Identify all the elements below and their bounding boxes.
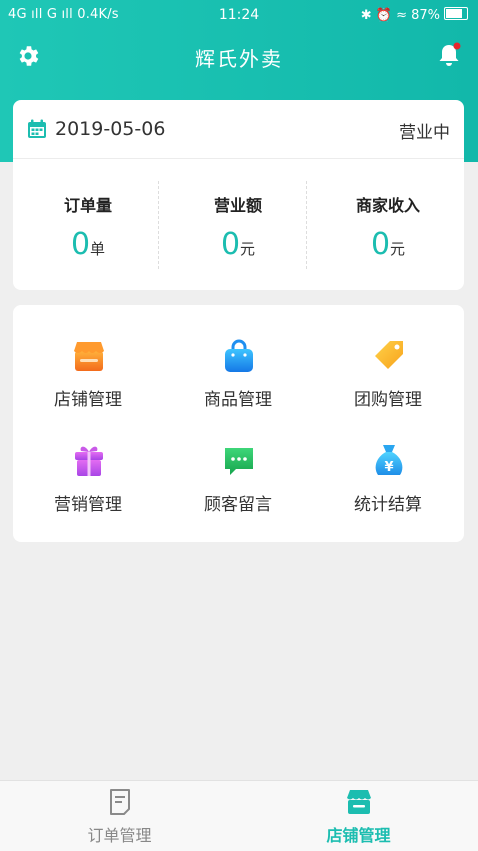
stat-number: 0 [70, 227, 91, 262]
tab-label: 订单管理 [87, 826, 152, 845]
business-date-row: 2019-05-06 营业中 [13, 100, 464, 158]
gift-icon [75, 446, 103, 476]
menu-group-buy-management[interactable]: 团购管理 [313, 337, 463, 437]
calendar-icon [28, 119, 46, 138]
nav-bar: 辉氏外卖 [0, 30, 478, 82]
battery-icon [444, 7, 468, 20]
battery-percentage: ✱ ⏰ ≈ 87% [360, 8, 440, 23]
menu-label: 营销管理 [54, 495, 122, 515]
stat-unit: 元 [390, 240, 406, 258]
price-tag-icon [375, 341, 403, 369]
tab-label: 店铺管理 [326, 826, 391, 845]
business-status[interactable]: 营业中 [399, 118, 450, 143]
stat-number: 0 [370, 227, 391, 262]
stat-merchant-income: 商家收入 0元 [313, 159, 463, 290]
menu-product-management[interactable]: 商品管理 [163, 337, 313, 437]
bell-icon[interactable] [435, 41, 463, 69]
money-bag-icon: ¥ [375, 445, 403, 475]
divider [306, 181, 307, 269]
order-icon [110, 789, 130, 815]
menu-label: 商品管理 [204, 390, 272, 410]
divider [158, 181, 159, 269]
tab-order-management[interactable]: 订单管理 [0, 781, 239, 851]
stat-revenue: 营业额 0元 [163, 159, 313, 290]
menu-label: 顾客留言 [204, 495, 272, 515]
notification-dot [453, 42, 461, 50]
page-title: 辉氏外卖 [195, 47, 283, 71]
bottom-tab-bar: 订单管理 店铺管理 [0, 780, 478, 851]
message-icon [225, 448, 253, 475]
function-grid: 店铺管理 商品管理 团购管理 营销管理 顾客留言 ¥ 统计结算 [13, 305, 464, 542]
menu-store-management[interactable]: 店铺管理 [13, 337, 163, 437]
menu-label: 店铺管理 [54, 390, 122, 410]
stat-label: 营业额 [213, 196, 262, 215]
status-bar: 4G ıll G ıll 0.4K/s 11:24 ✱ ⏰ ≈ 87% [0, 0, 478, 30]
menu-marketing-management[interactable]: 营销管理 [13, 442, 163, 542]
system-indicators: ✱ ⏰ ≈ 87% [361, 7, 468, 23]
business-date[interactable]: 2019-05-06 [55, 118, 165, 140]
stat-order-count: 订单量 0单 [13, 159, 163, 290]
tab-store-management[interactable]: 店铺管理 [239, 781, 478, 851]
stats-card: 订单量 0单 营业额 0元 商家收入 0元 [13, 159, 464, 290]
stat-value: 0元 [163, 227, 313, 262]
shopping-bag-icon [225, 339, 253, 372]
stat-value: 0元 [313, 227, 463, 262]
stat-label: 订单量 [63, 196, 112, 215]
stat-value: 0单 [13, 227, 163, 262]
store-icon [347, 790, 371, 814]
stat-label: 商家收入 [355, 196, 420, 215]
menu-label: 统计结算 [354, 495, 422, 515]
stat-unit: 元 [240, 240, 256, 258]
menu-statistics-settlement[interactable]: ¥ 统计结算 [313, 442, 463, 542]
stat-unit: 单 [90, 240, 106, 258]
store-icon [74, 342, 104, 371]
menu-customer-messages[interactable]: 顾客留言 [163, 442, 313, 542]
svg-text:¥: ¥ [384, 460, 393, 475]
stat-number: 0 [220, 227, 241, 262]
menu-label: 团购管理 [354, 390, 422, 410]
